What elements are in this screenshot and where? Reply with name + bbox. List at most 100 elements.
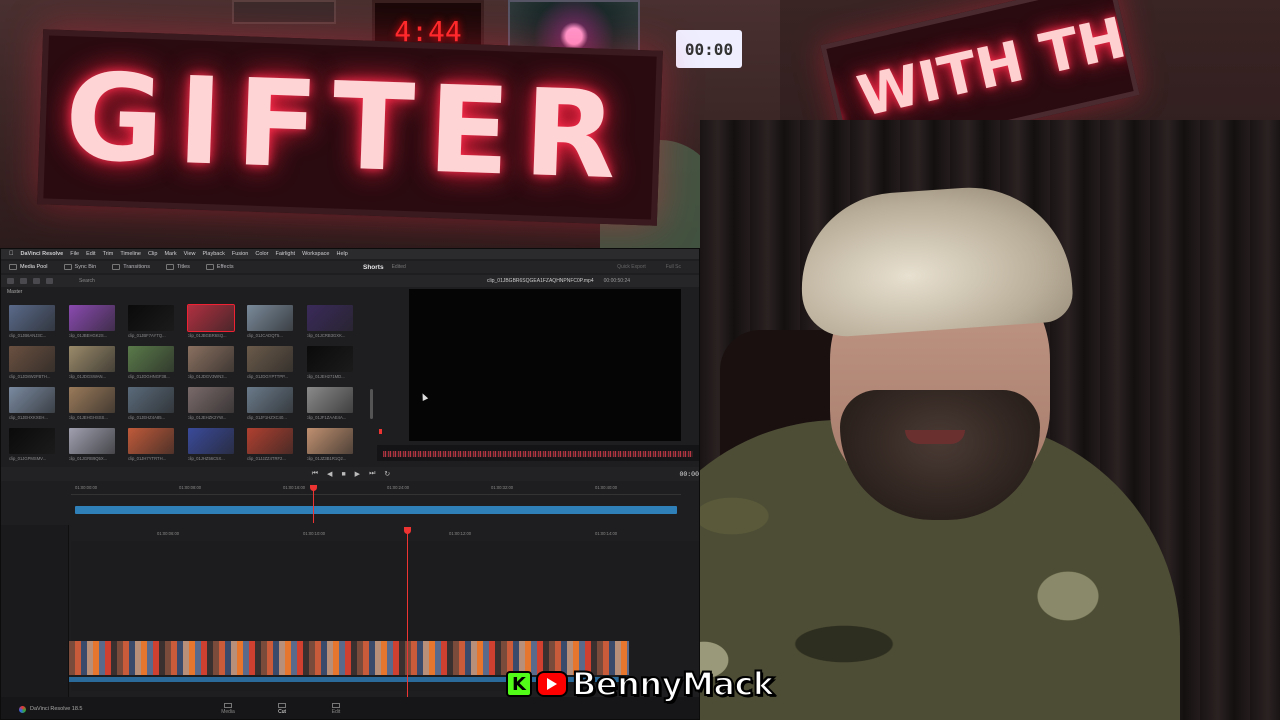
page-tab-edit[interactable]: Edit bbox=[309, 703, 363, 715]
media-clip[interactable]: clip_01JB6ANJ3C... bbox=[9, 305, 61, 338]
media-clip[interactable]: clip_01JBGBR6SQ... bbox=[186, 304, 240, 338]
menu-view[interactable]: View bbox=[184, 251, 196, 257]
page-tab-cut[interactable]: Cut bbox=[255, 703, 309, 715]
media-clip[interactable]: clip_01JDGV3WN3... bbox=[187, 346, 240, 379]
menu-playback[interactable]: Playback bbox=[203, 251, 225, 257]
media-clip[interactable]: clip_01JJZZ4TRF2... bbox=[247, 428, 299, 461]
source-playhead[interactable] bbox=[379, 429, 382, 434]
sort-icon[interactable] bbox=[33, 278, 40, 284]
clip-thumbnail bbox=[128, 428, 174, 454]
skip-end-icon[interactable]: ⏭ bbox=[369, 470, 375, 478]
menu-edit[interactable]: Edit bbox=[86, 251, 95, 257]
menu-clip[interactable]: Clip bbox=[148, 251, 157, 257]
media-pool-button[interactable]: Media Pool bbox=[1, 261, 56, 273]
clip-thumbnail bbox=[187, 346, 234, 372]
quick-export-button[interactable]: Quick Export bbox=[617, 264, 646, 270]
media-grid: clip_01JB6ANJ3C... clip_01JBEHGK2S... clip… bbox=[9, 304, 369, 461]
media-clip[interactable]: clip_01JDGYPTTPP... bbox=[247, 346, 299, 379]
play-icon[interactable]: ▶ bbox=[355, 470, 360, 478]
clip-thumbnail bbox=[9, 428, 55, 454]
media-clip[interactable]: clip_01JGPMSMV... bbox=[9, 428, 61, 461]
media-clip[interactable]: clip_01JBEHGK2S... bbox=[68, 305, 121, 338]
viewer-header: clip_01JBGBR6SQGEA1FZAQHNPNFC0P.mp4 00:0… bbox=[377, 275, 699, 287]
media-clip[interactable]: clip_01JD8W2FBTH... bbox=[9, 346, 61, 379]
track-headers bbox=[1, 525, 69, 719]
media-clip[interactable]: clip_01JEH271MD... bbox=[306, 346, 359, 379]
clip-thumbnail bbox=[247, 387, 293, 413]
media-clip[interactable]: clip_01JH7YTRTH... bbox=[128, 428, 180, 461]
clip-label: clip_01JH7YTRTH... bbox=[128, 456, 167, 461]
media-clip[interactable]: clip_01JEHXKXEH... bbox=[9, 387, 61, 420]
clip-label: clip_01JEHZK2YW... bbox=[187, 415, 227, 420]
menu-help[interactable]: Help bbox=[336, 251, 347, 257]
ruler-tick: 01:00:24:00 bbox=[387, 485, 410, 490]
apple-icon[interactable]:  bbox=[9, 251, 14, 257]
media-clip[interactable]: clip_01JDGHNGF38... bbox=[128, 346, 180, 379]
effects-button[interactable]: Effects bbox=[198, 261, 242, 273]
skip-start-icon[interactable]: ⏮ bbox=[312, 470, 318, 478]
streamer-handle: BennyMack bbox=[571, 664, 775, 704]
media-clip[interactable]: clip_01JBF7AYTQ... bbox=[128, 305, 180, 338]
transitions-button[interactable]: Transitions bbox=[104, 261, 158, 273]
menu-color[interactable]: Color bbox=[255, 251, 268, 257]
clip-thumbnail bbox=[187, 387, 234, 413]
viewer-clip-timecode: 00:00:50:24 bbox=[603, 278, 631, 284]
media-clip[interactable]: clip_01JF1HZXC40... bbox=[247, 387, 299, 420]
clip-label: clip_01JDGHNGF38... bbox=[128, 374, 170, 379]
menu-mark[interactable]: Mark bbox=[164, 251, 176, 257]
menu-app[interactable]: DaVinci Resolve bbox=[21, 251, 64, 257]
wall-plate bbox=[232, 0, 336, 24]
lower-timeline-ruler[interactable]: 01:00:06:00 01:00:10:00 01:00:12:00 01:0… bbox=[71, 529, 699, 539]
media-clip[interactable]: clip_01JEHZK2YW... bbox=[187, 387, 240, 420]
media-clip[interactable]: clip_01JCADQT5... bbox=[247, 305, 299, 338]
audio-waveform-strip[interactable] bbox=[377, 445, 699, 461]
media-clip[interactable]: clip_01JCRB3GXK... bbox=[306, 305, 359, 338]
clip-thumbnail bbox=[247, 346, 293, 372]
upper-timeline-clip[interactable] bbox=[75, 506, 677, 514]
stop-icon[interactable]: ■ bbox=[341, 471, 345, 478]
small-display: 00:00 bbox=[676, 30, 742, 68]
menu-file[interactable]: File bbox=[70, 251, 79, 257]
media-clip[interactable]: clip_01JDGSWAN... bbox=[68, 346, 121, 379]
clip-thumbnail bbox=[128, 346, 174, 372]
search-field[interactable]: Search bbox=[79, 278, 95, 284]
media-clip[interactable]: clip_01JZ3B1R1Q2... bbox=[306, 428, 359, 461]
clip-label: clip_01JEHXKXEH... bbox=[9, 415, 48, 420]
play-reverse-icon[interactable]: ◀ bbox=[327, 470, 332, 478]
upper-timeline-ruler[interactable]: 01:00:00:00 01:00:08:00 01:00:16:00 01:0… bbox=[71, 485, 681, 495]
menu-workspace[interactable]: Workspace bbox=[302, 251, 329, 257]
full-screen-button[interactable]: Full Sc bbox=[666, 264, 681, 270]
thumbnail-view-icon[interactable] bbox=[20, 278, 27, 284]
menu-timeline[interactable]: Timeline bbox=[120, 251, 141, 257]
clip-label: clip_01JF1ZAAE4A... bbox=[306, 415, 347, 420]
media-clip[interactable]: clip_01JEHGHSSS... bbox=[68, 387, 121, 420]
menu-bar:  DaVinci Resolve File Edit Trim Timelin… bbox=[1, 249, 699, 259]
source-viewer[interactable] bbox=[409, 289, 681, 441]
toolbar: Media Pool Sync Bin Transitions Titles E… bbox=[1, 261, 699, 273]
sync-bin-button[interactable]: Sync Bin bbox=[56, 261, 105, 273]
media-clip[interactable]: clip_01JHZ56C5X... bbox=[187, 428, 240, 461]
media-page-icon bbox=[224, 703, 232, 708]
led-sign-main-text: P GIFTER R bbox=[37, 43, 663, 213]
menu-fusion[interactable]: Fusion bbox=[232, 251, 249, 257]
media-clip[interactable]: clip_01JF1ZAAE4A... bbox=[306, 387, 359, 420]
lower-playhead[interactable] bbox=[404, 527, 411, 534]
list-view-icon[interactable] bbox=[7, 278, 14, 284]
transitions-label: Transitions bbox=[123, 264, 150, 270]
page-tab-media[interactable]: Media bbox=[201, 703, 255, 715]
clip-thumbnail bbox=[68, 305, 115, 331]
menu-fairlight[interactable]: Fairlight bbox=[276, 251, 296, 257]
clip-thumbnail bbox=[306, 346, 353, 372]
import-icon[interactable] bbox=[46, 278, 53, 284]
menu-trim[interactable]: Trim bbox=[103, 251, 114, 257]
viewer-clip-name: clip_01JBGBR6SQGEA1FZAQHNPNFC0P.mp4 bbox=[487, 278, 594, 284]
clip-label: clip_01JEHGHSSS... bbox=[68, 415, 108, 420]
media-pool-scrollbar[interactable] bbox=[370, 389, 373, 419]
clip-thumbnail bbox=[187, 428, 234, 454]
clip-label: clip_01JHZ56C5X... bbox=[187, 456, 225, 461]
titles-button[interactable]: Titles bbox=[158, 261, 198, 273]
media-clip[interactable]: clip_01JGRB9Q5X... bbox=[68, 428, 121, 461]
bin-label[interactable]: Master bbox=[7, 289, 22, 295]
media-clip[interactable]: clip_01JEHZ4A85... bbox=[128, 387, 180, 420]
loop-icon[interactable]: ↻ bbox=[384, 470, 390, 478]
